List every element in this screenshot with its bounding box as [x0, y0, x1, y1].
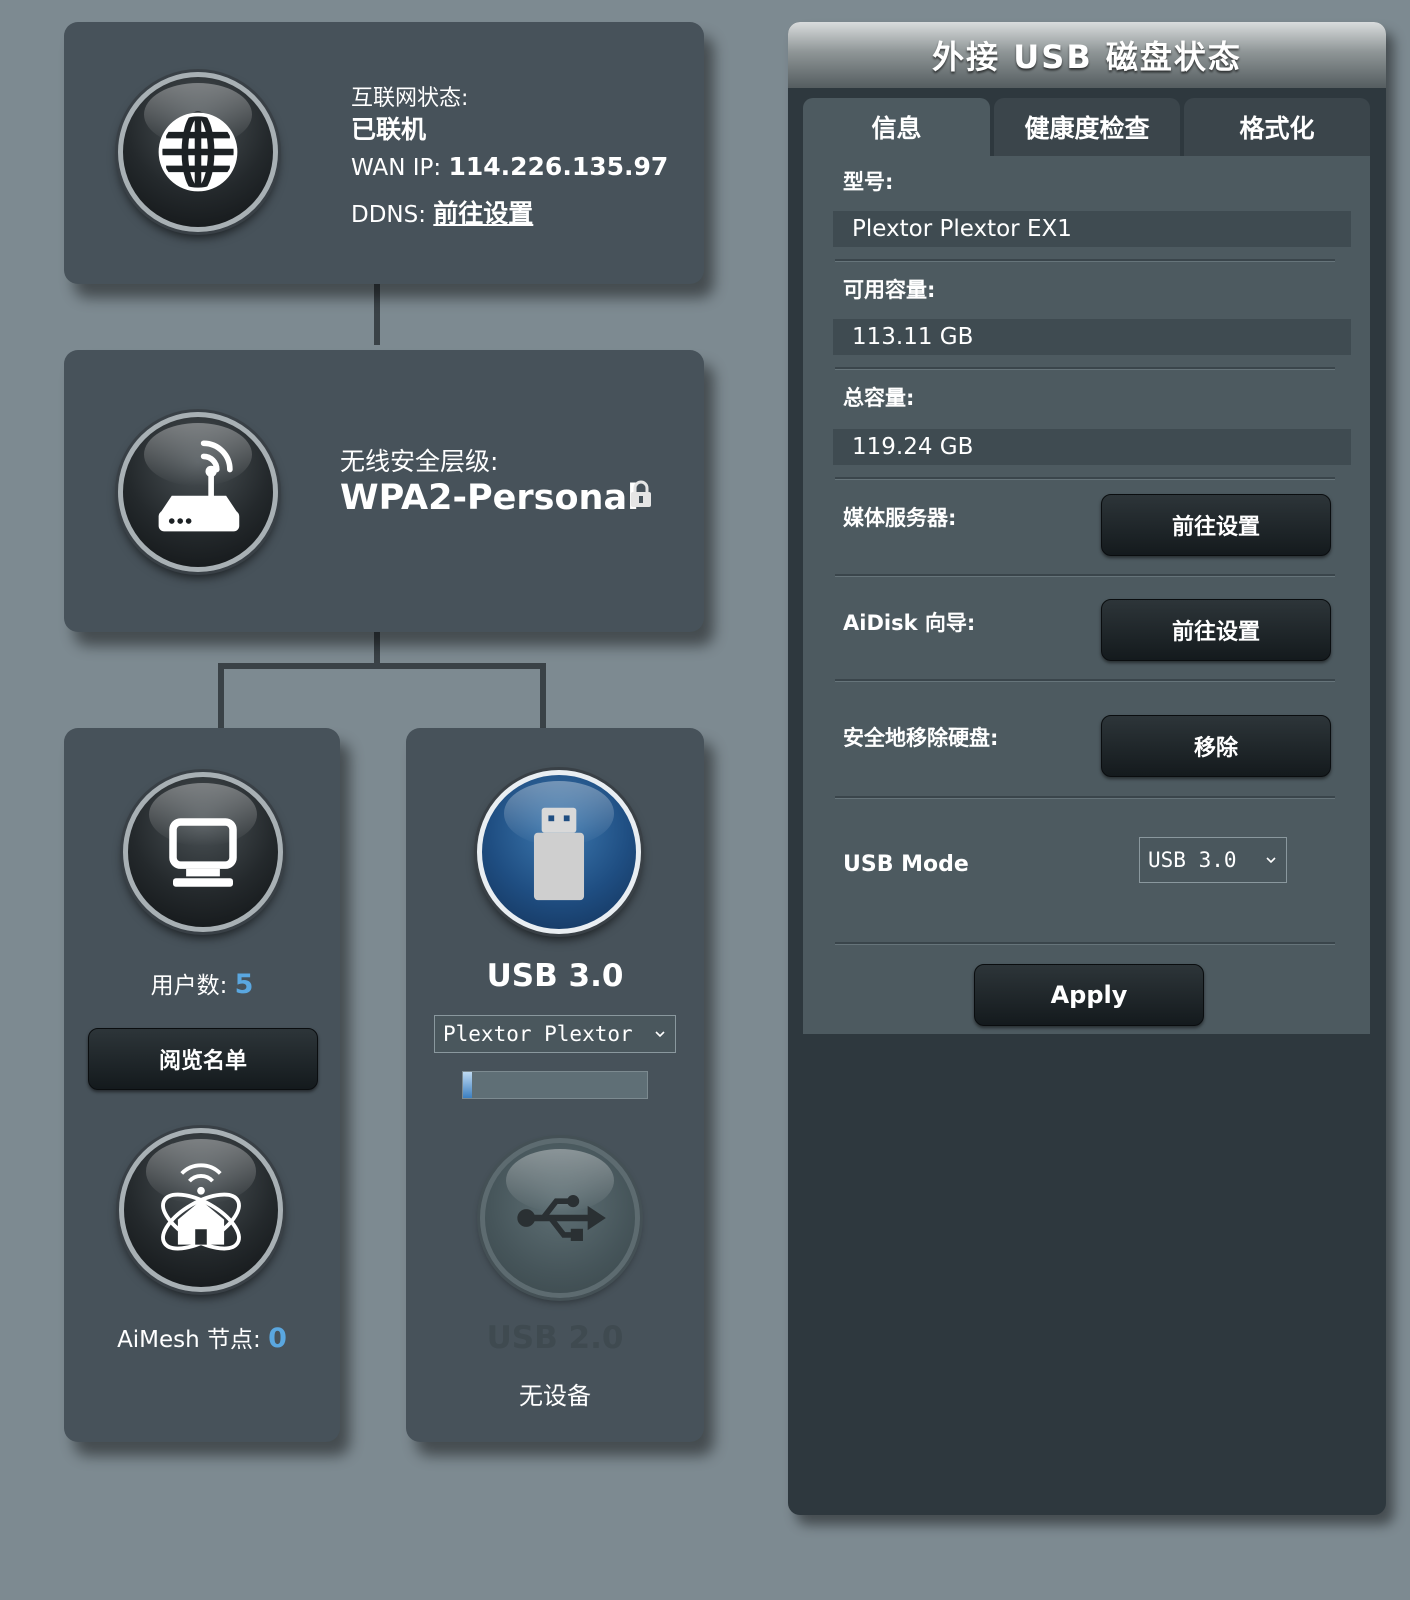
- divider: [835, 796, 1335, 799]
- usb-card: USB 3.0 Plextor Plextor USB 2.0 无设备: [406, 728, 704, 1442]
- wan-ip-label: WAN IP:: [351, 155, 442, 181]
- ddns-setup-link[interactable]: 前往设置: [433, 199, 533, 228]
- internet-status-label: 互联网状态:: [351, 86, 469, 111]
- usb2-status: 无设备: [519, 1382, 591, 1410]
- chevron-down-icon: [1266, 857, 1276, 864]
- globe-icon[interactable]: [118, 72, 278, 232]
- computer-icon[interactable]: [123, 772, 283, 932]
- aimesh-icon[interactable]: [119, 1128, 283, 1292]
- usb-mode-select[interactable]: USB 3.0: [1139, 837, 1287, 883]
- model-value: Plextor Plextor EX1: [833, 211, 1351, 247]
- safe-eject-label: 安全地移除硬盘:: [843, 726, 999, 750]
- security-level-label: 无线安全层级:: [340, 447, 499, 476]
- connector-line: [374, 630, 380, 666]
- aidisk-label: AiDisk 向导:: [843, 611, 976, 635]
- media-server-setup-button[interactable]: 前往设置: [1101, 494, 1331, 556]
- eject-button[interactable]: 移除: [1101, 715, 1331, 777]
- connector-line: [218, 663, 224, 729]
- clients-card: 用户数: 5 阅览名单 AiMesh 节点: 0: [64, 728, 340, 1442]
- info-tab-content: 型号: Plextor Plextor EX1 可用容量: 113.11 GB …: [803, 156, 1370, 1034]
- aimesh-count-value[interactable]: 0: [268, 1323, 287, 1354]
- free-space-value: 113.11 GB: [833, 319, 1351, 355]
- divider: [835, 477, 1335, 480]
- model-label: 型号:: [843, 170, 894, 194]
- view-list-button[interactable]: 阅览名单: [88, 1028, 318, 1090]
- tab-info[interactable]: 信息: [803, 98, 990, 156]
- tab-health-check[interactable]: 健康度检查: [994, 98, 1180, 156]
- panel-title: 外接 USB 磁盘状态: [788, 22, 1386, 88]
- aidisk-setup-button[interactable]: 前往设置: [1101, 599, 1331, 661]
- ddns-label: DDNS:: [351, 202, 426, 228]
- divider: [835, 679, 1335, 682]
- free-space-label: 可用容量:: [843, 278, 936, 302]
- client-count-row: 用户数: 5: [64, 966, 340, 1000]
- connector-line: [218, 663, 546, 669]
- security-level-value: WPA2-Personal: [340, 478, 640, 518]
- internet-status-value: 已联机: [351, 115, 427, 144]
- connector-line: [540, 663, 546, 729]
- total-space-label: 总容量:: [843, 386, 915, 410]
- total-space-value: 119.24 GB: [833, 429, 1351, 465]
- usb-mode-label: USB Mode: [843, 852, 969, 877]
- usb3-device-select[interactable]: Plextor Plextor: [434, 1015, 676, 1053]
- usb3-title: USB 3.0: [486, 958, 624, 994]
- apply-button[interactable]: Apply: [974, 964, 1204, 1026]
- divider: [835, 259, 1335, 262]
- usb3-usage-bar: [462, 1071, 648, 1099]
- usb-symbol-icon[interactable]: [480, 1138, 640, 1298]
- wan-ip-value: 114.226.135.97: [448, 152, 669, 181]
- internet-status-card: 互联网状态: 已联机 WAN IP: 114.226.135.97 DDNS: …: [64, 22, 704, 284]
- divider: [835, 367, 1335, 370]
- usb2-title: USB 2.0: [486, 1320, 624, 1356]
- wireless-status-card: 无线安全层级: WPA2-Personal: [64, 350, 704, 632]
- aimesh-count-label: AiMesh 节点:: [117, 1327, 261, 1353]
- chevron-down-icon: [655, 1031, 665, 1038]
- usb-mode-value: USB 3.0: [1148, 848, 1237, 872]
- divider: [835, 942, 1335, 945]
- media-server-label: 媒体服务器:: [843, 506, 957, 530]
- divider: [835, 574, 1335, 577]
- usb-disk-status-panel: 外接 USB 磁盘状态 信息 健康度检查 格式化 型号: Plextor Ple…: [788, 22, 1386, 1515]
- client-count-value[interactable]: 5: [235, 969, 254, 1000]
- tab-format[interactable]: 格式化: [1184, 98, 1370, 156]
- usb3-usage-fill: [463, 1072, 473, 1098]
- lock-icon: [630, 480, 652, 508]
- usb3-device-value: Plextor Plextor: [443, 1022, 633, 1046]
- usb-drive-icon[interactable]: [477, 770, 641, 934]
- connector-line: [374, 283, 380, 345]
- ddns-row: DDNS: 前往设置: [351, 194, 533, 230]
- wan-ip-row: WAN IP: 114.226.135.97: [351, 152, 668, 181]
- client-count-label: 用户数:: [150, 973, 228, 999]
- router-icon[interactable]: [118, 412, 278, 572]
- aimesh-count-row: AiMesh 节点: 0: [64, 1320, 340, 1354]
